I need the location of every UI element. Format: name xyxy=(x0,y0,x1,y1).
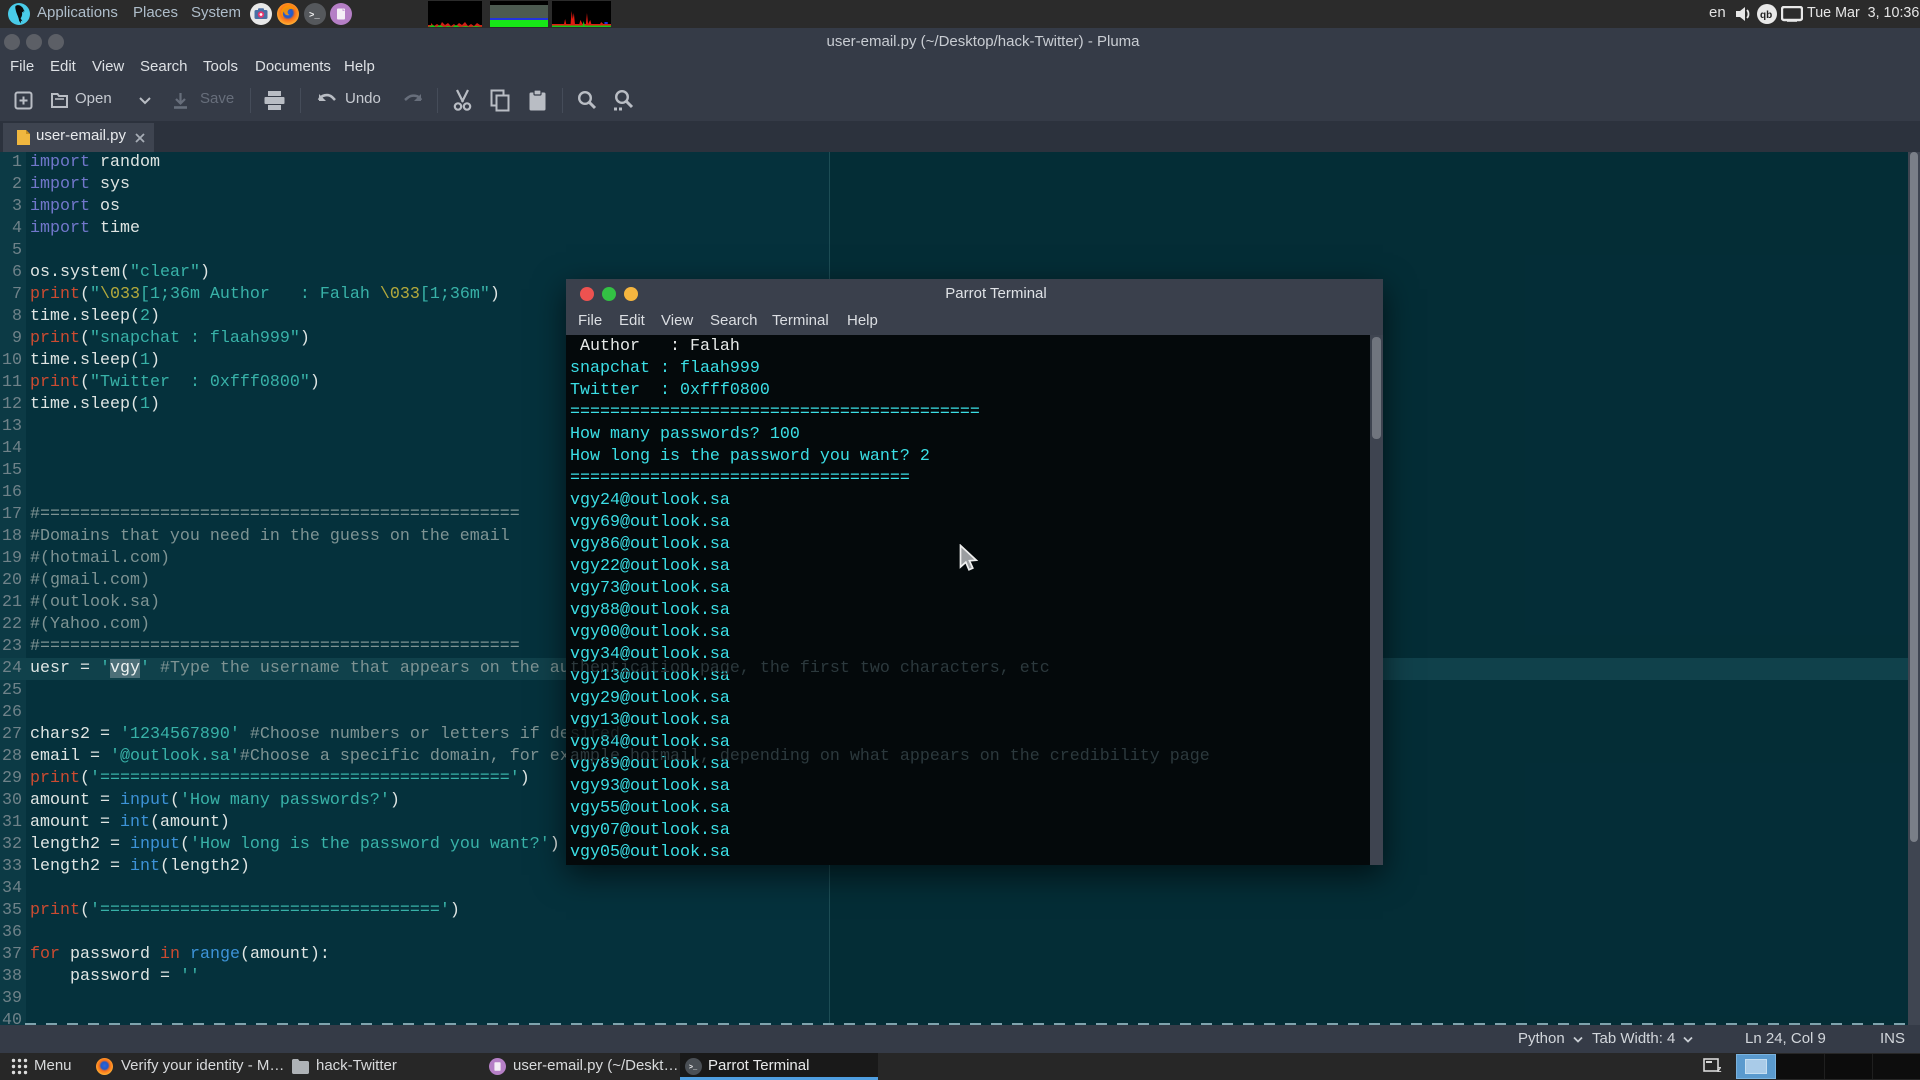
svg-text:>_: >_ xyxy=(309,11,320,21)
svg-text:>_: >_ xyxy=(689,1064,698,1072)
svg-text:qb: qb xyxy=(1760,10,1772,21)
svg-text:z: z xyxy=(1717,1064,1722,1074)
